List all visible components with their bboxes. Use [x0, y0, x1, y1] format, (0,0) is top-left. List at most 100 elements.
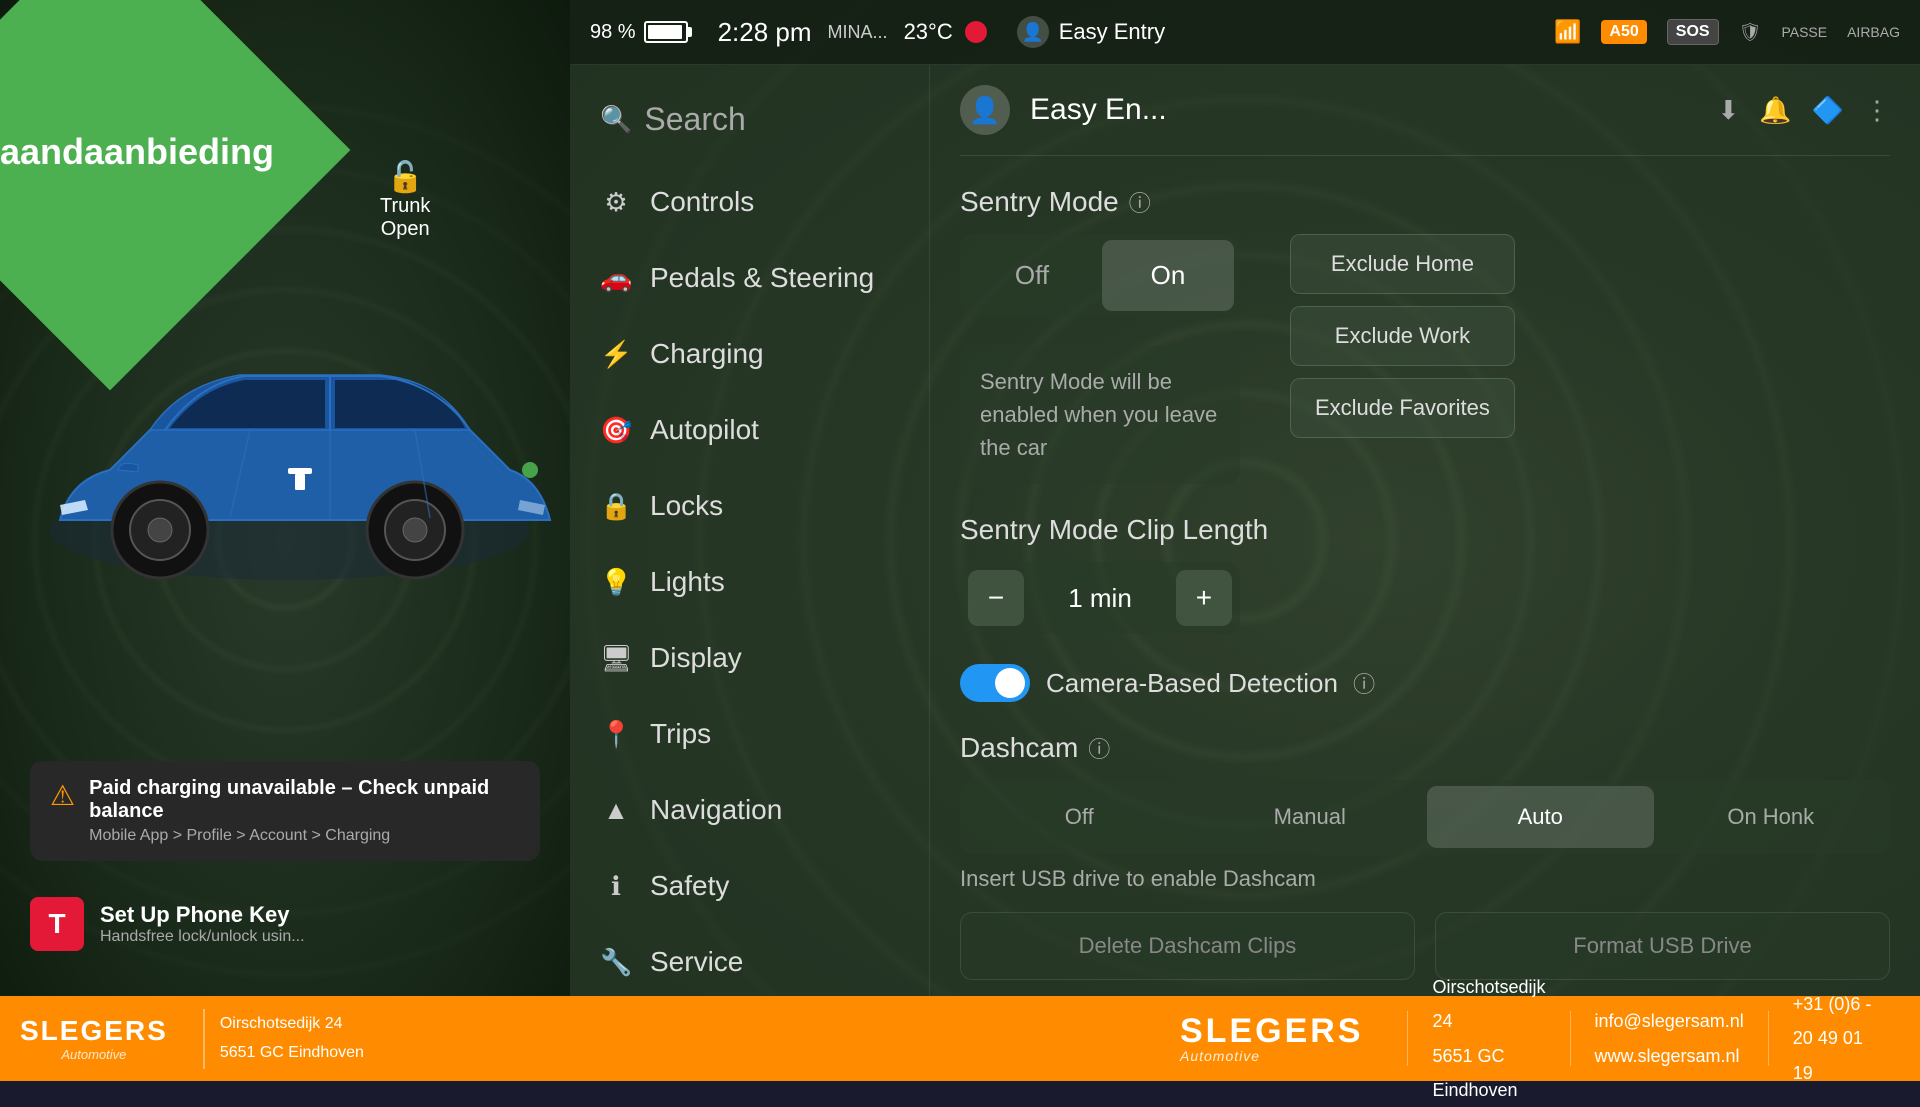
- camera-detection-row: Camera-Based Detection ⓘ: [960, 664, 1890, 702]
- battery-percentage: 98 %: [590, 21, 636, 44]
- dashcam-actions: Delete Dashcam Clips Format USB Drive: [960, 912, 1890, 980]
- dashcam-toggle[interactable]: Off Manual Auto On Honk: [960, 780, 1890, 854]
- dealer-phone: +31 (0)6 - 20 49 01 19: [1793, 987, 1880, 1090]
- dealer-separator-2: [1570, 1011, 1571, 1066]
- service-icon: 🔧: [600, 947, 632, 978]
- a50-badge: A50: [1601, 20, 1646, 44]
- dashcam-off-button[interactable]: Off: [966, 786, 1193, 848]
- settings-profile-header: 👤 Easy En... ⬇ 🔔 🔷 ⋮: [960, 65, 1890, 156]
- toggle-thumb: [995, 668, 1025, 698]
- nav-item-locks[interactable]: 🔒 Locks: [570, 468, 929, 544]
- controls-label: Controls: [650, 186, 754, 218]
- dealer-contact: info@slegersam.nl www.slegersam.nl: [1594, 1004, 1743, 1072]
- sentry-info-text: Sentry Mode will be enabled when you lea…: [960, 345, 1240, 484]
- dealer-email: info@slegersam.nl: [1594, 1011, 1743, 1031]
- pedals-label: Pedals & Steering: [650, 262, 874, 294]
- profile-icon: 👤: [1017, 16, 1049, 48]
- clip-plus-button[interactable]: +: [1176, 570, 1232, 626]
- nav-item-navigation[interactable]: ▲ Navigation: [570, 772, 929, 848]
- nav-item-controls[interactable]: ⚙ Controls: [570, 164, 929, 240]
- left-dealer-name: SLEGERS: [20, 1015, 168, 1047]
- dealer-street: Oirschotsedijk 24: [1432, 977, 1545, 1031]
- clip-length-section: Sentry Mode Clip Length − 1 min +: [960, 514, 1890, 634]
- record-indicator: [965, 21, 987, 43]
- dealer-logo: SLEGERS Automotive: [1180, 1014, 1363, 1064]
- left-panel: Maandaanbieding 0 KM/H ED 🔓 TrunkOpen: [0, 0, 570, 1081]
- nav-item-pedals[interactable]: 🚗 Pedals & Steering: [570, 240, 929, 316]
- airbag-text: AIRBAG: [1847, 24, 1900, 40]
- dealer-city: 5651 GC Eindhoven: [1432, 1046, 1517, 1100]
- nav-item-safety[interactable]: ℹ Safety: [570, 848, 929, 924]
- bell-icon[interactable]: 🔔: [1759, 95, 1791, 126]
- dealer-separator-3: [1768, 1011, 1769, 1066]
- more-icon[interactable]: ⋮: [1864, 95, 1890, 126]
- charging-notification: ⚠ Paid charging unavailable – Check unpa…: [30, 761, 540, 861]
- navigation-label: Navigation: [650, 794, 782, 826]
- exclude-home-button[interactable]: Exclude Home: [1290, 234, 1515, 294]
- controls-icon: ⚙: [600, 187, 632, 218]
- phone-key-text: Set Up Phone Key Handsfree lock/unlock u…: [100, 902, 305, 946]
- nav-item-lights[interactable]: 💡 Lights: [570, 544, 929, 620]
- settings-profile-avatar: 👤: [960, 85, 1010, 135]
- delete-clips-button[interactable]: Delete Dashcam Clips: [960, 912, 1415, 980]
- service-label: Service: [650, 946, 743, 978]
- download-icon[interactable]: ⬇: [1717, 95, 1739, 126]
- wifi-icon: 📶: [1554, 19, 1581, 45]
- passenger-text: PASSE: [1781, 24, 1827, 40]
- left-dealer-subname: Automotive: [61, 1047, 126, 1062]
- phone-key-title: Set Up Phone Key: [100, 902, 305, 928]
- dashcam-onhonk-button[interactable]: On Honk: [1658, 786, 1885, 848]
- settings-profile-name: Easy En...: [1030, 93, 1697, 127]
- sentry-off-button[interactable]: Off: [966, 240, 1098, 311]
- nav-item-charging[interactable]: ⚡ Charging: [570, 316, 929, 392]
- sentry-row: Off On Sentry Mode will be enabled when …: [960, 234, 1890, 484]
- status-bar: 98 % 2:28 pm MINA... 23°C 👤 Easy Entry 📶…: [570, 0, 1920, 65]
- right-panel: 98 % 2:28 pm MINA... 23°C 👤 Easy Entry 📶…: [570, 0, 1920, 1081]
- dashcam-manual-button[interactable]: Manual: [1197, 786, 1424, 848]
- lock-icon: 🔓: [380, 160, 430, 195]
- clip-minus-button[interactable]: −: [968, 570, 1024, 626]
- profile-label: Easy Entry: [1059, 19, 1165, 45]
- exclude-buttons: Exclude Home Exclude Work Exclude Favori…: [1290, 234, 1515, 438]
- camera-info-icon[interactable]: ⓘ: [1353, 672, 1375, 697]
- dealer-subname: Automotive: [1180, 1048, 1260, 1064]
- trips-icon: 📍: [600, 719, 632, 750]
- exclude-favorites-button[interactable]: Exclude Favorites: [1290, 378, 1515, 438]
- tesla-logo: T: [30, 897, 84, 951]
- search-icon: 🔍: [600, 104, 632, 135]
- clock: 2:28 pm: [718, 17, 812, 48]
- trips-label: Trips: [650, 718, 711, 750]
- warning-icon: ⚠: [50, 779, 75, 812]
- promo-text: Maandaanbieding: [0, 129, 170, 176]
- clip-length-title: Sentry Mode Clip Length: [960, 514, 1890, 546]
- dealer-phone-number: +31 (0)6 - 20 49 01 19: [1793, 994, 1872, 1082]
- locks-icon: 🔒: [600, 491, 632, 522]
- sentry-toggle[interactable]: Off On: [960, 234, 1240, 317]
- lights-icon: 💡: [600, 567, 632, 598]
- left-dealer-address: Oirschotsedijk 24: [220, 1015, 343, 1032]
- dealer-name: SLEGERS: [1180, 1014, 1363, 1048]
- trunk-label: TrunkOpen: [380, 195, 430, 241]
- nav-item-autopilot[interactable]: 🎯 Autopilot: [570, 392, 929, 468]
- sentry-on-button[interactable]: On: [1102, 240, 1234, 311]
- battery-fill: [648, 25, 682, 39]
- dashcam-info-icon[interactable]: ⓘ: [1088, 732, 1110, 764]
- charging-icon: ⚡: [600, 339, 632, 370]
- search-bar[interactable]: 🔍 Search: [570, 85, 929, 154]
- camera-toggle[interactable]: [960, 664, 1030, 702]
- lights-label: Lights: [650, 566, 725, 598]
- dealer-address: Oirschotsedijk 24 5651 GC Eindhoven: [1432, 970, 1545, 1107]
- battery-bar: [644, 21, 688, 43]
- sentry-info-icon[interactable]: ⓘ: [1129, 186, 1151, 218]
- notification-text: Paid charging unavailable – Check unpaid…: [89, 777, 520, 845]
- sentry-title-text: Sentry Mode: [960, 186, 1119, 218]
- search-placeholder: Search: [644, 101, 745, 138]
- nav-item-display[interactable]: 🖥 Display: [570, 620, 929, 696]
- bluetooth-icon[interactable]: 🔷: [1812, 95, 1844, 126]
- profile-area[interactable]: 👤 Easy Entry: [1017, 16, 1165, 48]
- locks-label: Locks: [650, 490, 723, 522]
- exclude-work-button[interactable]: Exclude Work: [1290, 306, 1515, 366]
- nav-item-trips[interactable]: 📍 Trips: [570, 696, 929, 772]
- nav-item-service[interactable]: 🔧 Service: [570, 924, 929, 1000]
- dashcam-auto-button[interactable]: Auto: [1427, 786, 1654, 848]
